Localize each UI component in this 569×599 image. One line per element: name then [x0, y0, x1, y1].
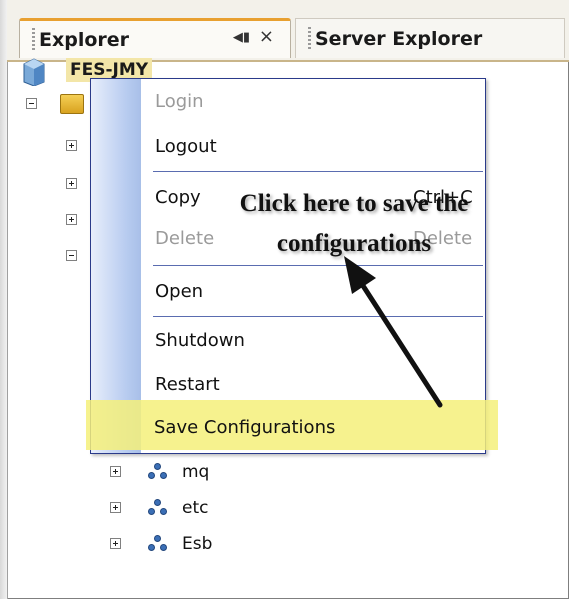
expand-icon[interactable]: [110, 538, 121, 549]
expand-icon[interactable]: [66, 178, 77, 189]
tree-item-label: etc: [182, 498, 209, 518]
tab-explorer[interactable]: Explorer ◀▮ ×: [19, 18, 291, 58]
menu-item-save-configurations[interactable]: Save Configurations: [142, 413, 494, 443]
grip-icon[interactable]: [32, 27, 35, 52]
tab-server-explorer[interactable]: Server Explorer: [295, 18, 565, 58]
expand-icon[interactable]: [66, 140, 77, 151]
menu-item-logout[interactable]: Logout: [143, 132, 495, 162]
tree-item-esb[interactable]: Esb: [148, 533, 212, 555]
close-icon[interactable]: ×: [259, 26, 274, 47]
grip-icon[interactable]: [308, 26, 311, 51]
menu-item-login[interactable]: Login: [143, 87, 495, 117]
collapse-icon[interactable]: [66, 250, 77, 261]
menu-item-copy-label: Copy: [155, 187, 201, 208]
tree-item-etc[interactable]: etc: [148, 497, 208, 519]
expand-icon[interactable]: [110, 502, 121, 513]
pin-icon[interactable]: ◀▮: [233, 30, 250, 45]
tree-item-mq[interactable]: mq: [148, 461, 209, 483]
annotation-line-1: Click here to save the: [239, 190, 469, 217]
tree-item-label: mq: [182, 462, 210, 482]
menu-separator: [153, 171, 483, 172]
expand-icon[interactable]: [110, 466, 121, 477]
cluster-icon: [148, 463, 168, 481]
folder-icon: [60, 94, 84, 114]
tab-strip: Explorer ◀▮ × Server Explorer: [7, 0, 569, 62]
expand-icon[interactable]: [66, 214, 77, 225]
collapse-icon[interactable]: [26, 98, 37, 109]
annotation-arrow-icon: [344, 256, 443, 408]
tab-server-explorer-label: Server Explorer: [315, 27, 483, 50]
cluster-icon: [148, 535, 168, 553]
panel-left-edge: [0, 0, 8, 599]
tab-explorer-label: Explorer: [39, 28, 130, 51]
context-menu-gutter: [91, 79, 141, 453]
tree-item-label: Esb: [182, 534, 213, 554]
server-icon: [22, 58, 46, 87]
cluster-icon: [148, 499, 168, 517]
